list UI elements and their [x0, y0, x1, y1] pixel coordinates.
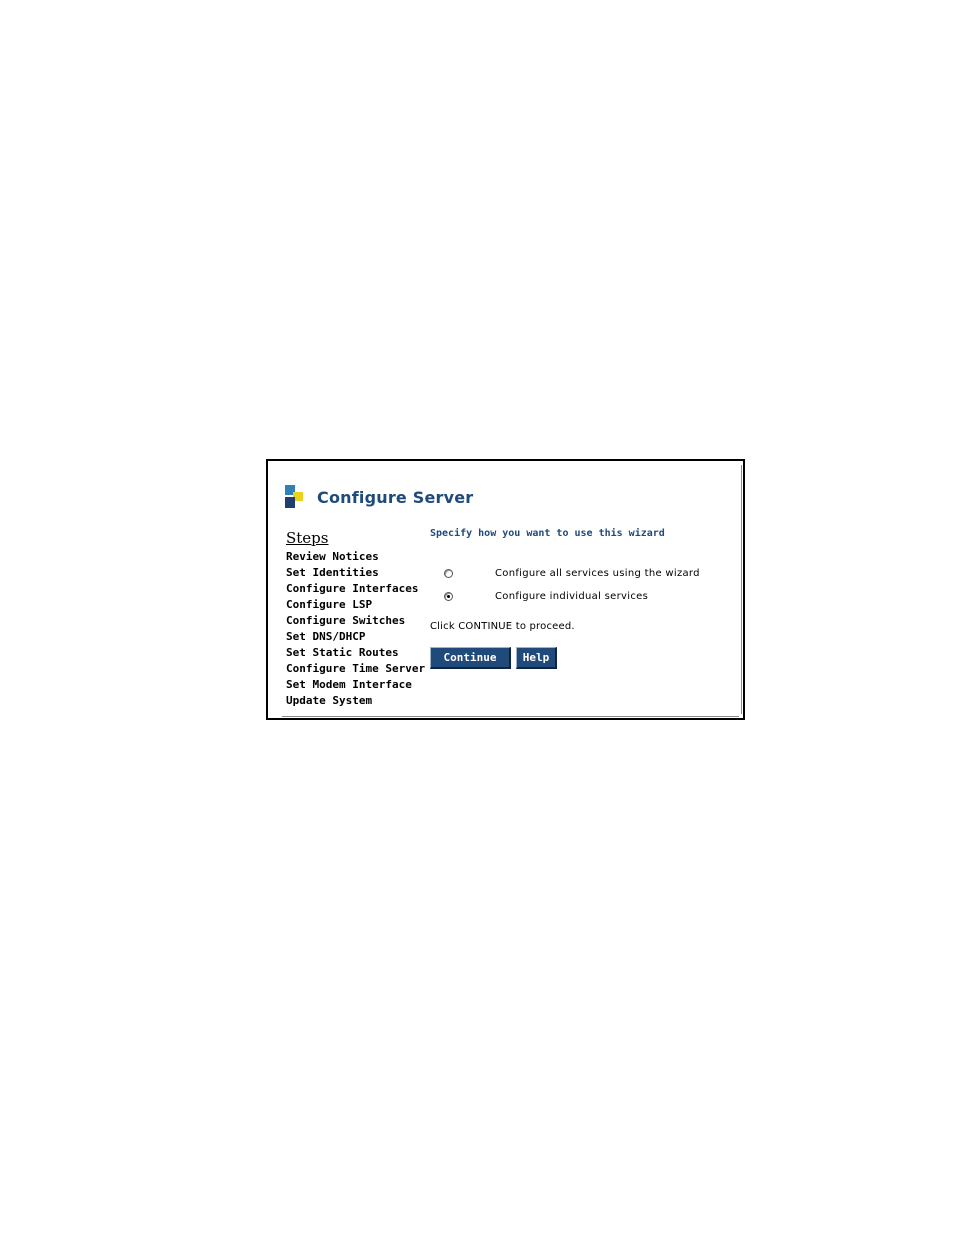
- help-button[interactable]: Help: [516, 647, 557, 669]
- step-item-set-static-routes[interactable]: Set Static Routes: [286, 645, 425, 661]
- steps-panel: Steps Review Notices Set Identities Conf…: [286, 529, 425, 709]
- step-item-configure-lsp[interactable]: Configure LSP: [286, 597, 425, 613]
- step-item-review-notices[interactable]: Review Notices: [286, 549, 425, 565]
- steps-heading: Steps: [286, 529, 329, 547]
- option-all-services[interactable]: Configure all services using the wizard: [430, 562, 730, 585]
- wizard-prompt: Specify how you want to use this wizard: [430, 528, 665, 539]
- option-individual-services[interactable]: Configure individual services: [430, 585, 730, 608]
- step-item-set-dns-dhcp[interactable]: Set DNS/DHCP: [286, 629, 425, 645]
- step-item-configure-interfaces[interactable]: Configure Interfaces: [286, 581, 425, 597]
- wizard-main-panel: Specify how you want to use this wizard …: [430, 527, 730, 669]
- instruction-text: Click CONTINUE to proceed.: [430, 621, 575, 632]
- step-item-set-identities[interactable]: Set Identities: [286, 565, 425, 581]
- option-all-services-label[interactable]: Configure all services using the wizard: [495, 568, 700, 579]
- radio-individual-services[interactable]: [444, 592, 453, 601]
- radio-all-services[interactable]: [444, 569, 453, 578]
- option-individual-services-label[interactable]: Configure individual services: [495, 591, 648, 602]
- continue-button[interactable]: Continue: [430, 647, 511, 669]
- dialog-header: Configure Server: [285, 483, 473, 511]
- step-item-update-system[interactable]: Update System: [286, 693, 425, 709]
- configure-server-dialog: Configure Server Steps Review Notices Se…: [266, 459, 745, 720]
- frame-edge-bottom: [282, 716, 739, 717]
- logo-icon: [285, 485, 305, 509]
- step-item-set-modem-interface[interactable]: Set Modem Interface: [286, 677, 425, 693]
- frame-edge-right: [741, 465, 742, 714]
- step-item-configure-time-server[interactable]: Configure Time Server: [286, 661, 425, 677]
- page-title: Configure Server: [317, 487, 474, 507]
- step-item-configure-switches[interactable]: Configure Switches: [286, 613, 425, 629]
- wizard-options: Configure all services using the wizard …: [430, 562, 730, 608]
- button-bar: Continue Help: [430, 647, 730, 669]
- logo-square-navy: [285, 497, 295, 508]
